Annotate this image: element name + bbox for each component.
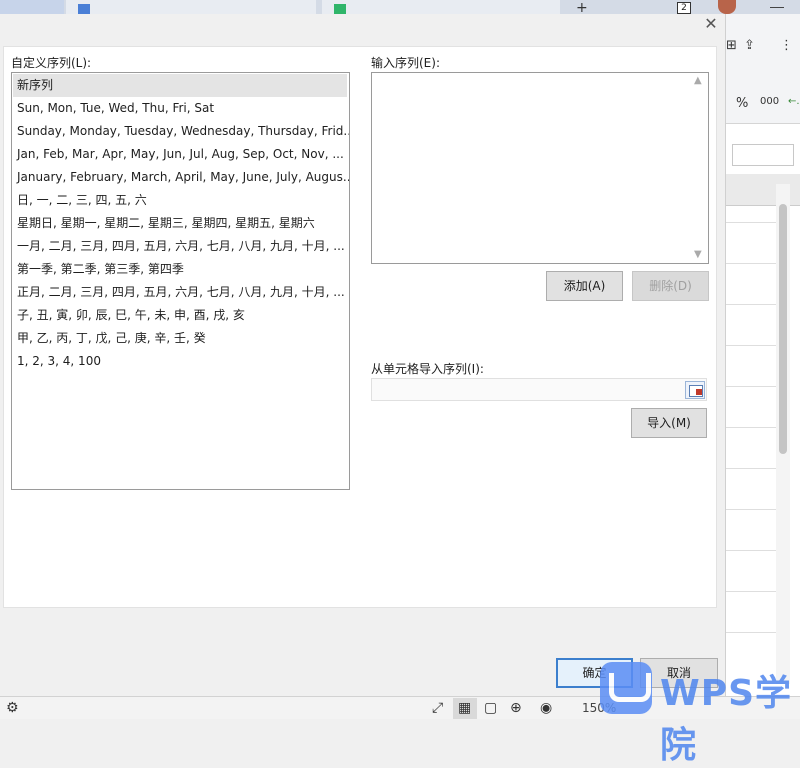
- wps-academy-watermark: WPS学院: [600, 658, 800, 766]
- grid-line: [726, 304, 776, 305]
- import-range-field[interactable]: [371, 378, 707, 401]
- macro-icon[interactable]: ⚙: [6, 700, 19, 716]
- list-item[interactable]: 新序列: [13, 74, 347, 97]
- watermark-text: WPS学院: [660, 673, 793, 766]
- close-icon[interactable]: ✕: [703, 16, 719, 32]
- scroll-up-icon[interactable]: ▲: [694, 75, 702, 86]
- list-item[interactable]: Sunday, Monday, Tuesday, Wednesday, Thur…: [12, 120, 349, 143]
- list-item[interactable]: January, February, March, April, May, Ju…: [12, 166, 349, 189]
- page-layout-icon[interactable]: ▢: [484, 700, 497, 716]
- list-item[interactable]: 日, 一, 二, 三, 四, 五, 六: [12, 189, 349, 212]
- ribbon-fragment: ⊞ ⇪ ⋮ % 000 ←.0: [726, 14, 800, 124]
- grid-line: [726, 591, 776, 592]
- grid-line: [726, 427, 776, 428]
- input-list-textarea[interactable]: ▲ ▼: [371, 72, 709, 264]
- spreadsheet-icon: [334, 4, 346, 14]
- list-item[interactable]: 第一季, 第二季, 第三季, 第四季: [12, 258, 349, 281]
- tab-strip: + 2: [0, 0, 800, 16]
- grid-line: [726, 345, 776, 346]
- document-icon: [78, 4, 90, 14]
- normal-view-icon: ▦: [458, 700, 472, 716]
- delete-button[interactable]: 删除(D): [632, 271, 709, 301]
- import-label: 从单元格导入序列(I):: [371, 362, 484, 376]
- custom-lists-label: 自定义序列(L):: [11, 56, 92, 70]
- minimize-icon[interactable]: [770, 0, 784, 8]
- grid-icon[interactable]: ⊞: [726, 38, 737, 53]
- list-item[interactable]: 一月, 二月, 三月, 四月, 五月, 六月, 七月, 八月, 九月, 十月, …: [12, 235, 349, 258]
- list-item[interactable]: 甲, 乙, 丙, 丁, 戊, 己, 庚, 辛, 壬, 癸: [12, 327, 349, 350]
- range-select-icon[interactable]: [685, 381, 705, 399]
- list-item[interactable]: 正月, 二月, 三月, 四月, 五月, 六月, 七月, 八月, 九月, 十月, …: [12, 281, 349, 304]
- more-icon[interactable]: ⋮: [780, 38, 793, 53]
- page-break-icon[interactable]: ⊕: [510, 700, 522, 716]
- tab-document[interactable]: [66, 0, 316, 14]
- list-item[interactable]: Sun, Mon, Tue, Wed, Thu, Fri, Sat: [12, 97, 349, 120]
- wps-logo-icon: [600, 662, 652, 714]
- formula-bar[interactable]: [732, 144, 794, 166]
- list-item[interactable]: 星期日, 星期一, 星期二, 星期三, 星期四, 星期五, 星期六: [12, 212, 349, 235]
- vertical-scrollbar[interactable]: [776, 184, 790, 684]
- grid-line: [726, 222, 776, 223]
- list-item[interactable]: 1, 2, 3, 4, 100: [12, 350, 349, 373]
- avatar[interactable]: [718, 0, 736, 14]
- share-icon[interactable]: ⇪: [744, 38, 755, 53]
- custom-lists-listbox[interactable]: 新序列 Sun, Mon, Tue, Wed, Thu, Fri, Sat Su…: [11, 72, 350, 490]
- list-item[interactable]: Jan, Feb, Mar, Apr, May, Jun, Jul, Aug, …: [12, 143, 349, 166]
- tab-workbook-1[interactable]: [0, 0, 64, 14]
- grid-line: [726, 263, 776, 264]
- fullscreen-icon[interactable]: ⤢: [432, 700, 443, 716]
- grid-line: [726, 550, 776, 551]
- percent-icon[interactable]: %: [736, 96, 748, 111]
- list-item[interactable]: 子, 丑, 寅, 卯, 辰, 巳, 午, 未, 申, 酉, 戌, 亥: [12, 304, 349, 327]
- grid-line: [726, 468, 776, 469]
- tab-workbook[interactable]: [322, 0, 560, 14]
- tab-count-badge[interactable]: 2: [677, 2, 691, 14]
- input-list-label: 输入序列(E):: [371, 56, 440, 70]
- scrollbar-thumb[interactable]: [779, 204, 787, 454]
- import-button[interactable]: 导入(M): [631, 408, 707, 438]
- spreadsheet-background: ⊞ ⇪ ⋮ % 000 ←.0: [726, 14, 800, 696]
- decimal-icon[interactable]: ←.0: [788, 96, 800, 107]
- eye-protection-icon[interactable]: ◉: [540, 700, 552, 716]
- scroll-down-icon[interactable]: ▼: [694, 249, 702, 260]
- thousands-icon[interactable]: 000: [760, 96, 779, 107]
- grid-line: [726, 509, 776, 510]
- grid-line: [726, 632, 776, 633]
- add-button[interactable]: 添加(A): [546, 271, 623, 301]
- grid-line: [726, 386, 776, 387]
